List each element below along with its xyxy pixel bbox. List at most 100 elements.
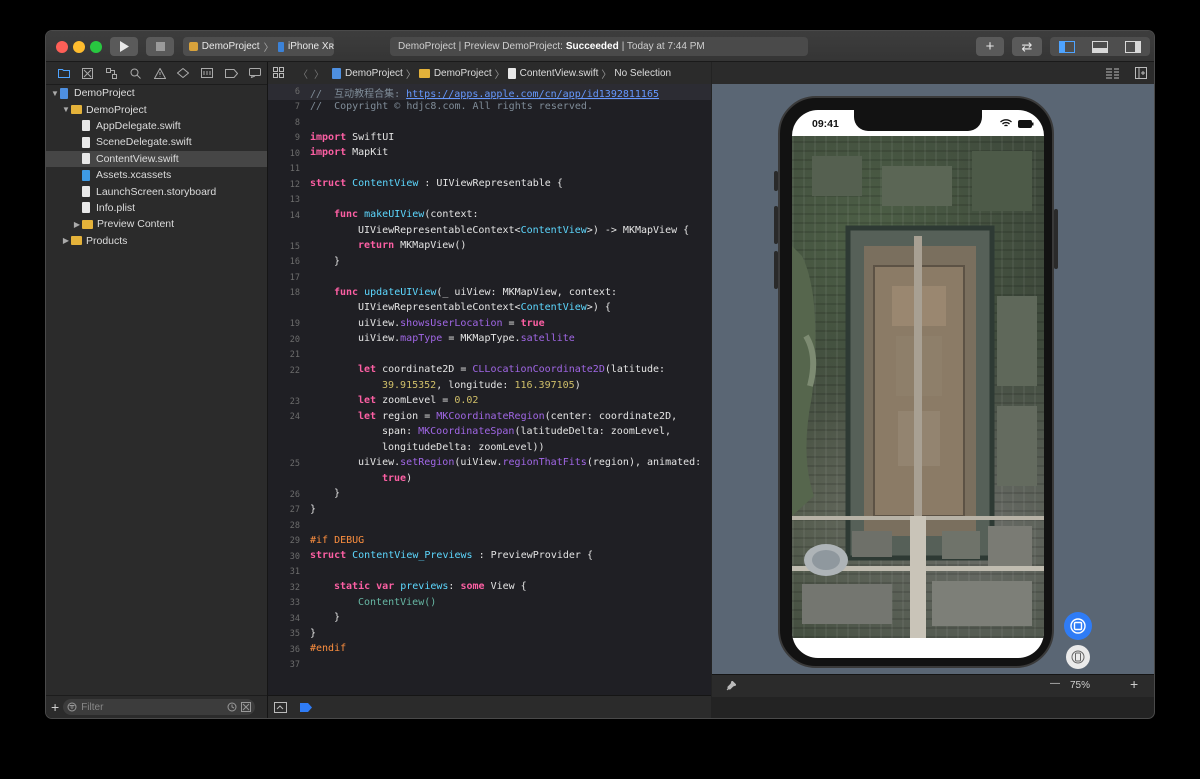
filter-icon [67,702,77,712]
minimize-window-button[interactable] [73,41,85,53]
device-preview-icon [1071,650,1085,664]
tab-symbols[interactable] [100,62,124,84]
disclosure-closed-icon[interactable]: ▶ [72,220,82,229]
inspector-toggle-icon[interactable] [1125,40,1142,53]
folder-tab-icon [57,69,70,78]
code-line: func updateUIView(_ uiView: MKMapView, c… [334,287,617,298]
crumb-project[interactable]: DemoProject [345,68,403,79]
live-preview-button[interactable] [1064,612,1092,640]
crumb-selection[interactable]: No Selection [614,68,671,79]
add-editor-icon[interactable] [1135,67,1147,79]
tree-item[interactable]: Assets.xcassets [46,167,267,183]
code-token: regionThatFits [502,457,587,468]
line-number: 22 [289,365,300,376]
tree-item[interactable]: ▼ DemoProject [46,85,267,101]
code-token: uiView. [358,317,401,329]
minimap-toggle-icon[interactable] [274,702,287,713]
recent-files-icon[interactable] [227,702,237,712]
tab-tests[interactable] [171,62,195,84]
line-number: 34 [289,613,300,624]
filter-field[interactable]: Filter [63,699,256,715]
tab-reports[interactable] [243,62,267,84]
code-token: func [334,286,359,298]
line-number: 13 [289,195,300,205]
code-token: UIViewRepresentableContext< [358,302,521,313]
pin-icon[interactable] [726,681,736,691]
code-review-button[interactable]: ⇄ [1012,37,1042,56]
search-icon [130,68,141,79]
back-button[interactable]: 〈 [298,66,308,81]
wifi-icon [1000,119,1012,127]
tree-item[interactable]: SceneDelegate.swift [46,134,267,150]
code-token: SwiftUI [346,131,395,143]
code-token: 116.397105 [514,379,575,391]
activity-prefix: DemoProject | Preview DemoProject: [398,41,563,52]
disclosure-open-icon[interactable]: ▼ [61,105,71,114]
line-number: 18 [289,288,300,298]
canvas-toolbar [712,62,1154,85]
tab-issues[interactable] [148,62,172,84]
xcode-window: DemoProject 〉 iPhone Xʀ DemoProject | Pr… [46,31,1154,718]
code-token: showsUserLocation [400,317,503,329]
code-line: return MKMapView() [358,240,466,251]
code-token: (latitudeDelta: zoomLevel, [514,426,671,437]
code-token: } [334,255,341,267]
related-items-icon[interactable] [273,67,285,79]
code-token: : [448,581,461,592]
crumb-group[interactable]: DemoProject [434,68,492,79]
tree-item[interactable]: ContentView.swift [46,150,267,167]
zoom-out-button[interactable]: — [1050,678,1060,689]
editor-options-icon[interactable] [1106,68,1119,79]
tab-source-control[interactable] [76,62,100,84]
satellite-map[interactable] [792,136,1044,638]
breakpoint-toggle-icon[interactable] [300,703,312,712]
code-token: let [358,410,377,422]
tree-item[interactable]: ▼ DemoProject [46,101,267,117]
code-token: 0.02 [454,395,479,406]
disclosure-open-icon[interactable]: ▼ [50,89,60,98]
tab-breakpoints[interactable] [219,62,243,84]
run-button[interactable] [110,37,138,56]
code-token: View { [484,581,527,592]
code-area[interactable]: 6 // 互动教程合集: https://apps.apple.com/cn/ap… [268,84,711,696]
crumb-file[interactable]: ContentView.swift [520,68,599,79]
library-button[interactable]: + [976,37,1004,56]
zoom-window-button[interactable] [90,41,102,53]
line-number: 6 [294,86,300,97]
swap-icon: ⇄ [1021,38,1033,54]
disclosure-closed-icon[interactable]: ▶ [61,236,71,245]
code-token: // 互动教程合集: [310,89,407,100]
tree-item[interactable]: AppDelegate.swift [46,118,267,134]
activity-time: | Today at 7:44 PM [621,41,705,52]
code-token: coordinate2D = [376,364,473,375]
code-line: // 互动教程合集: https://apps.apple.com/cn/app… [310,85,659,100]
tab-find[interactable] [124,62,148,84]
add-file-button[interactable]: + [51,699,59,715]
tab-debug[interactable] [195,62,219,84]
code-token: setRegion [400,457,455,468]
stop-button[interactable] [146,37,174,56]
source-control-filter-icon[interactable] [241,702,252,712]
plist-icon [82,202,90,214]
tree-item[interactable]: LaunchScreen.storyboard [46,183,267,199]
swift-file-icon [82,136,90,148]
scheme-selector[interactable]: DemoProject 〉 iPhone Xʀ [183,37,334,56]
scheme-device: iPhone Xʀ [287,41,334,52]
preview-on-device-button[interactable] [1066,645,1090,669]
tree-item[interactable]: ▶ Preview Content [46,216,267,232]
code-token: region = [376,410,437,422]
live-preview-icon [1070,618,1086,634]
tree-item[interactable]: Info.plist [46,200,267,216]
line-number: 16 [289,257,300,267]
debug-area-toggle-icon[interactable] [1091,40,1108,53]
source-editor: 〈 〉 DemoProject 〉 DemoProject 〉 ContentV… [268,62,711,718]
close-window-button[interactable] [56,41,68,53]
forward-button[interactable]: 〉 [314,66,324,81]
tree-item-label: Preview Content [97,218,175,231]
navigator-toggle-icon[interactable] [1058,40,1075,53]
zoom-in-button[interactable]: + [1130,676,1138,692]
tree-item[interactable]: ▶ Products [46,233,267,249]
tab-project[interactable] [52,62,76,84]
zoom-level: 75% [1070,680,1091,691]
code-line: import MapKit [310,147,388,158]
